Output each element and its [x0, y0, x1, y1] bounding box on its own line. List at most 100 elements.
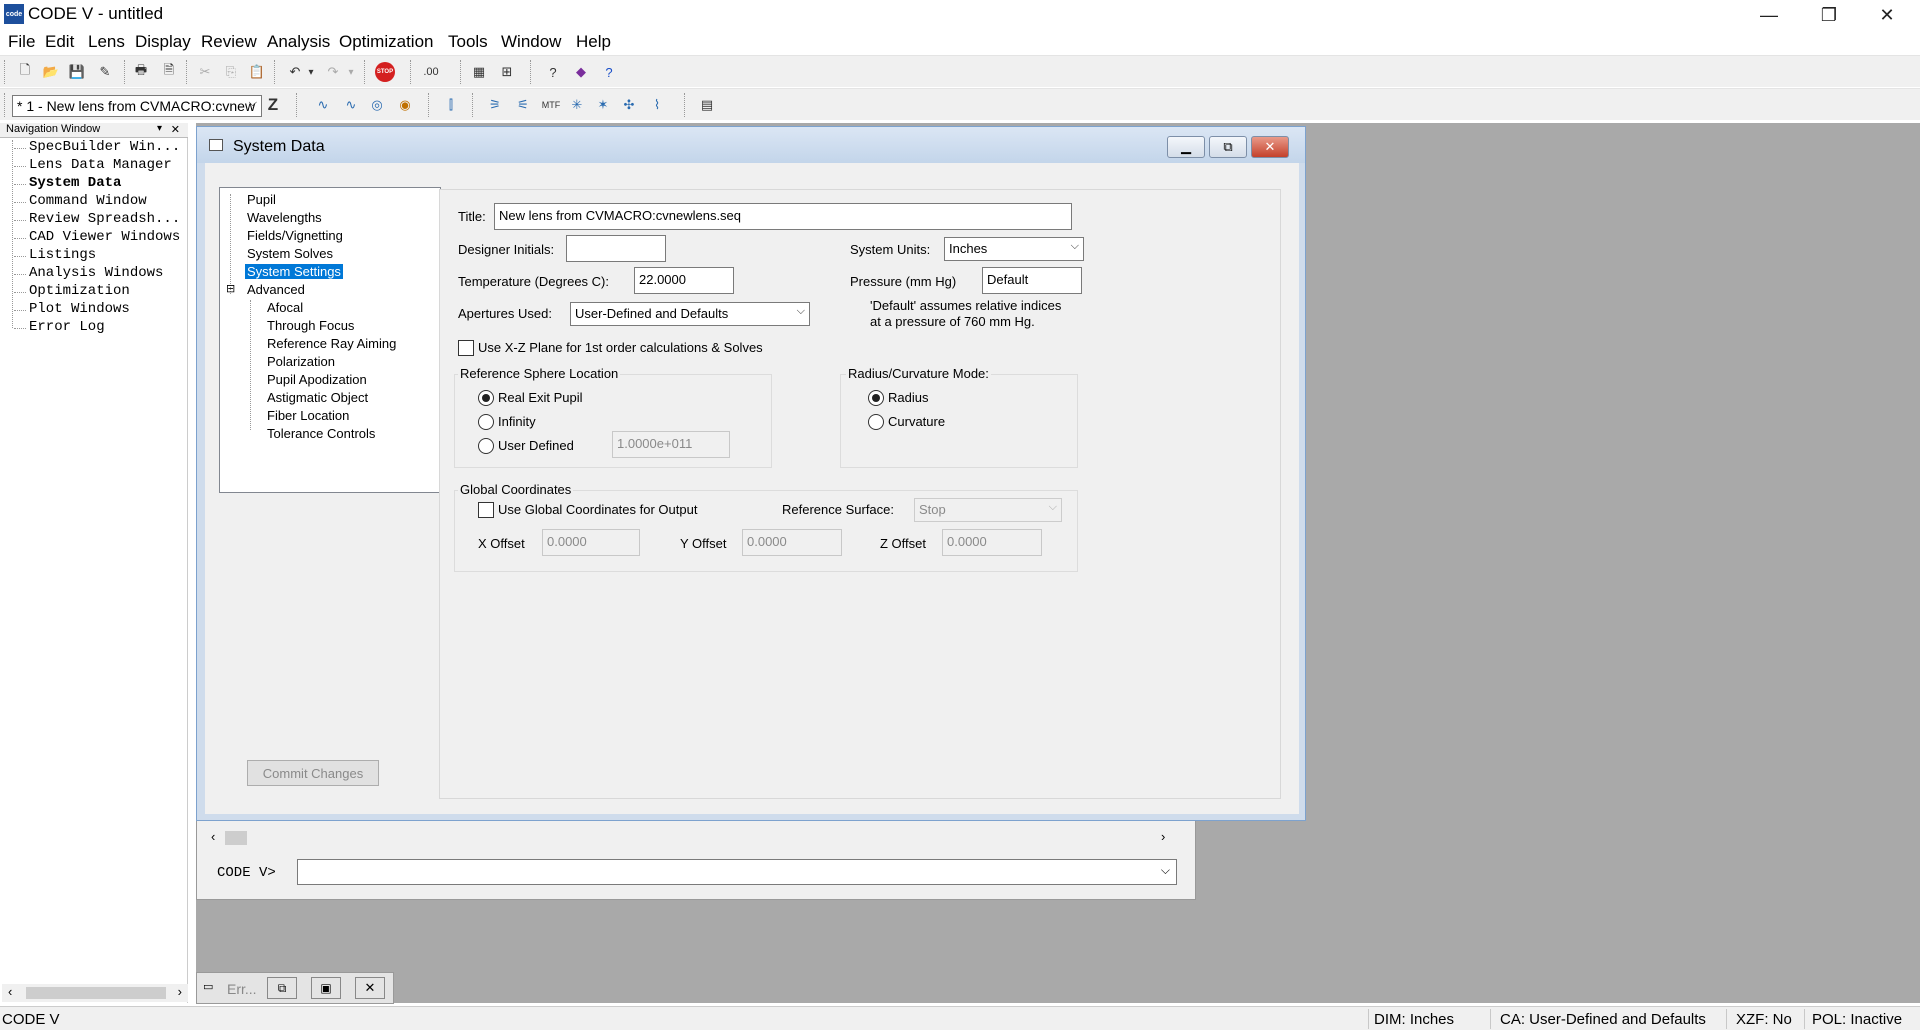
sys-restore-button[interactable]: ⧉ — [1209, 136, 1247, 158]
title-field[interactable]: New lens from CVMACRO:cvnewlens.seq — [494, 203, 1072, 230]
radio-user-defined[interactable] — [478, 438, 494, 454]
tree-item-astigmatic-object[interactable]: Astigmatic Object — [265, 390, 370, 405]
err-restore-button[interactable]: ⧉ — [267, 977, 297, 999]
tree-item-advanced[interactable]: Advanced — [245, 282, 307, 297]
sys-minimize-button[interactable]: ▁ — [1167, 136, 1205, 158]
menu-analysis[interactable]: Analysis — [267, 32, 330, 52]
z-offset-field[interactable]: 0.0000 — [942, 529, 1042, 556]
analysis-b-icon[interactable]: ⚟ — [512, 94, 534, 116]
radio-radius[interactable] — [868, 390, 884, 406]
save-icon[interactable]: 💾 — [66, 61, 88, 83]
tree-item-tolerance-controls[interactable]: Tolerance Controls — [265, 426, 377, 441]
distortion-icon[interactable]: ✣ — [618, 94, 640, 116]
radio-curvature[interactable] — [868, 414, 884, 430]
analysis-a-icon[interactable]: ⚞ — [484, 94, 506, 116]
print-preview-icon[interactable]: 🗎 — [158, 61, 180, 83]
edit-icon[interactable]: ✎ — [94, 61, 116, 83]
book-icon[interactable]: ◆ — [570, 61, 592, 83]
zoom-button[interactable]: Z — [262, 94, 284, 116]
system-data-titlebar[interactable]: System Data ▁ ⧉ ✕ — [197, 127, 1305, 163]
sys-close-button[interactable]: ✕ — [1251, 136, 1289, 158]
nav-horizontal-scrollbar[interactable]: ‹ › — [2, 984, 188, 1002]
scroll-right-icon[interactable]: › — [1161, 829, 1165, 844]
tree-item-polarization[interactable]: Polarization — [265, 354, 337, 369]
mtf-icon[interactable]: MTF — [540, 94, 562, 116]
cmd-horizontal-scrollbar[interactable]: ‹ › — [211, 829, 1181, 847]
nav-item-command-window[interactable]: Command Window — [29, 193, 147, 209]
tree-item-pupil-apodization[interactable]: Pupil Apodization — [265, 372, 369, 387]
fan-plot2-icon[interactable]: ∿ — [340, 94, 362, 116]
menu-tools[interactable]: Tools — [448, 32, 488, 52]
print-icon[interactable]: 🖶 — [130, 61, 152, 83]
new-file-icon[interactable]: 🗋 — [14, 61, 36, 83]
system-units-select[interactable]: Inches ⌵ — [944, 237, 1084, 261]
scroll-left-icon[interactable]: ‹ — [8, 984, 12, 999]
psf-icon[interactable]: ✳ — [566, 94, 588, 116]
field-icon[interactable]: ✶ — [592, 94, 614, 116]
tree-collapse-icon[interactable]: ⊟ — [224, 282, 237, 295]
nav-dropdown-icon[interactable]: ▾ — [157, 123, 162, 134]
nav-item-analysis-windows[interactable]: Analysis Windows — [29, 265, 163, 281]
report-icon[interactable]: ▤ — [696, 94, 718, 116]
error-log-minimized[interactable]: ▭ Err... ⧉ ▣ ✕ — [196, 972, 394, 1004]
lens-data-icon[interactable]: ⊞ — [496, 61, 518, 83]
curves-icon[interactable]: ⌇ — [646, 94, 668, 116]
nav-item-cad-viewer[interactable]: CAD Viewer Windows — [29, 229, 180, 245]
menu-review[interactable]: Review — [201, 32, 257, 52]
tree-item-system-settings[interactable]: System Settings — [245, 264, 343, 279]
tree-item-fields-vignetting[interactable]: Fields/Vignetting — [245, 228, 345, 243]
nav-item-plot-windows[interactable]: Plot Windows — [29, 301, 130, 317]
user-defined-value-field[interactable]: 1.0000e+011 — [612, 431, 730, 458]
designer-initials-field[interactable] — [566, 235, 666, 262]
nav-item-specbuilder[interactable]: SpecBuilder Win... — [29, 139, 180, 155]
radio-real-exit-pupil[interactable] — [478, 390, 494, 406]
tree-item-system-solves[interactable]: System Solves — [245, 246, 335, 261]
apertures-used-select[interactable]: User-Defined and Defaults ⌵ — [570, 302, 810, 326]
redo-dropdown-icon[interactable]: ▾ — [340, 61, 362, 83]
scroll-left-icon[interactable]: ‹ — [211, 829, 215, 844]
paste-icon[interactable]: 📋 — [246, 61, 268, 83]
x-offset-field[interactable]: 0.0000 — [542, 529, 640, 556]
restore-button[interactable]: ❐ — [1800, 0, 1858, 30]
open-folder-icon[interactable]: 📂 — [40, 61, 62, 83]
nav-item-optimization[interactable]: Optimization — [29, 283, 130, 299]
tree-item-pupil[interactable]: Pupil — [245, 192, 278, 207]
nav-item-listings[interactable]: Listings — [29, 247, 96, 263]
lens-picture-icon[interactable]: ▦ — [468, 61, 490, 83]
tree-item-wavelengths[interactable]: Wavelengths — [245, 210, 324, 225]
fan-plot-icon[interactable]: ∿ — [312, 94, 334, 116]
menu-help[interactable]: Help — [576, 32, 611, 52]
radio-infinity[interactable] — [478, 414, 494, 430]
spot2-icon[interactable]: ◉ — [394, 94, 416, 116]
tree-item-reference-ray-aiming[interactable]: Reference Ray Aiming — [265, 336, 398, 351]
spot-icon[interactable]: ◎ — [366, 94, 388, 116]
nav-item-system-data[interactable]: System Data — [29, 175, 121, 191]
xz-plane-checkbox[interactable] — [458, 340, 474, 356]
menu-edit[interactable]: Edit — [45, 32, 74, 52]
reference-surface-select[interactable]: Stop ⌵ — [914, 498, 1062, 522]
commit-changes-button[interactable]: Commit Changes — [247, 760, 379, 786]
cmd-input[interactable]: ⌵ — [297, 859, 1177, 885]
menu-display[interactable]: Display — [135, 32, 191, 52]
context-help-icon[interactable]: ? — [598, 61, 620, 83]
menu-window[interactable]: Window — [501, 32, 561, 52]
y-offset-field[interactable]: 0.0000 — [742, 529, 842, 556]
lens-selector[interactable]: * 1 - New lens from CVMACRO:cvnew ⌵ — [12, 95, 262, 117]
tree-item-fiber-location[interactable]: Fiber Location — [265, 408, 351, 423]
menu-file[interactable]: File — [8, 32, 35, 52]
decimal-icon[interactable]: .00 — [420, 61, 442, 83]
err-close-button[interactable]: ✕ — [355, 977, 385, 999]
pressure-field[interactable]: Default — [982, 267, 1082, 294]
focus-icon[interactable]: ⫿ — [440, 94, 462, 116]
tree-item-afocal[interactable]: Afocal — [265, 300, 305, 315]
undo-dropdown-icon[interactable]: ▾ — [300, 61, 322, 83]
menu-optimization[interactable]: Optimization — [339, 32, 433, 52]
nav-item-review-spreadsheet[interactable]: Review Spreadsh... — [29, 211, 180, 227]
minimize-button[interactable]: — — [1740, 0, 1798, 30]
close-button[interactable]: ✕ — [1858, 0, 1916, 30]
use-global-coordinates-checkbox[interactable] — [478, 502, 494, 518]
cut-icon[interactable]: ✂ — [194, 61, 216, 83]
menu-lens[interactable]: Lens — [88, 32, 125, 52]
scroll-right-icon[interactable]: › — [178, 984, 182, 999]
nav-close-icon[interactable]: ✕ — [171, 123, 180, 136]
